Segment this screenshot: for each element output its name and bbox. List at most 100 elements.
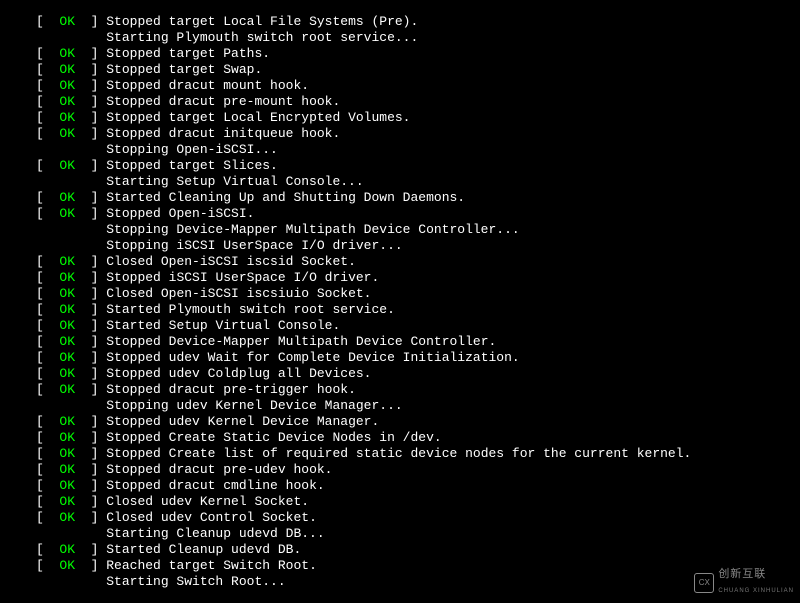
console-line: [ OK ] Closed Open-iSCSI iscsid Socket. [36, 254, 800, 270]
status-ok: OK [59, 206, 75, 221]
console-line: [ OK ] Started Cleaning Up and Shutting … [36, 190, 800, 206]
watermark: CX 创新互联 CHUANG XINHULIAN [694, 566, 794, 599]
status-ok: OK [59, 78, 75, 93]
console-line: [ OK ] Stopped target Paths. [36, 46, 800, 62]
status-ok: OK [59, 94, 75, 109]
console-message: Stopped Create Static Device Nodes in /d… [106, 430, 441, 445]
bracket-open: [ [36, 510, 59, 525]
bracket-close: ] [75, 14, 106, 29]
status-ok: OK [59, 286, 75, 301]
bracket-close: ] [75, 206, 106, 221]
status-ok: OK [59, 350, 75, 365]
console-line: Stopping udev Kernel Device Manager... [36, 398, 800, 414]
console-line: [ OK ] Closed udev Control Socket. [36, 510, 800, 526]
console-message: Stopped target Local Encrypted Volumes. [106, 110, 410, 125]
bracket-close: ] [75, 350, 106, 365]
console-line: [ OK ] Stopped Open-iSCSI. [36, 206, 800, 222]
console-message: Starting Cleanup udevd DB... [106, 526, 324, 541]
bracket-open: [ [36, 62, 59, 77]
bracket-open: [ [36, 318, 59, 333]
bracket-close: ] [75, 46, 106, 61]
console-line: [ OK ] Closed udev Kernel Socket. [36, 494, 800, 510]
console-message: Closed Open-iSCSI iscsiuio Socket. [106, 286, 371, 301]
bracket-open: [ [36, 302, 59, 317]
bracket-close: ] [75, 62, 106, 77]
console-message: Closed Open-iSCSI iscsid Socket. [106, 254, 356, 269]
console-message: Stopped udev Wait for Complete Device In… [106, 350, 519, 365]
status-ok: OK [59, 126, 75, 141]
console-message: Starting Switch Root... [106, 574, 285, 589]
bracket-open: [ [36, 334, 59, 349]
bracket-close: ] [75, 126, 106, 141]
status-ok: OK [59, 110, 75, 125]
status-ok: OK [59, 462, 75, 477]
bracket-open: [ [36, 270, 59, 285]
console-line: [ OK ] Stopped target Slices. [36, 158, 800, 174]
bracket-close: ] [75, 334, 106, 349]
bracket-close: ] [75, 190, 106, 205]
status-ok: OK [59, 430, 75, 445]
status-ok: OK [59, 558, 75, 573]
bracket-close: ] [75, 414, 106, 429]
console-line: [ OK ] Stopped udev Coldplug all Devices… [36, 366, 800, 382]
console-message: Stopped dracut mount hook. [106, 78, 309, 93]
status-ok: OK [59, 366, 75, 381]
bracket-close: ] [75, 430, 106, 445]
console-line: Starting Cleanup udevd DB... [36, 526, 800, 542]
console-message: Stopped target Local File Systems (Pre). [106, 14, 418, 29]
console-message: Closed udev Kernel Socket. [106, 494, 309, 509]
status-ok: OK [59, 382, 75, 397]
status-ok: OK [59, 270, 75, 285]
console-line: [ OK ] Stopped udev Wait for Complete De… [36, 350, 800, 366]
console-message: Started Plymouth switch root service. [106, 302, 395, 317]
console-message: Stopping iSCSI UserSpace I/O driver... [106, 238, 402, 253]
status-ok: OK [59, 158, 75, 173]
console-line: Stopping Open-iSCSI... [36, 142, 800, 158]
status-ok: OK [59, 334, 75, 349]
bracket-open: [ [36, 94, 59, 109]
bracket-close: ] [75, 110, 106, 125]
console-message: Stopped target Swap. [106, 62, 262, 77]
status-ok: OK [59, 318, 75, 333]
console-message: Stopped target Paths. [106, 46, 270, 61]
bracket-close: ] [75, 158, 106, 173]
bracket-close: ] [75, 382, 106, 397]
console-message: Stopped dracut initqueue hook. [106, 126, 340, 141]
console-message: Reached target Switch Root. [106, 558, 317, 573]
console-message: Stopped dracut pre-mount hook. [106, 94, 340, 109]
bracket-open: [ [36, 430, 59, 445]
bracket-close: ] [75, 542, 106, 557]
watermark-brand: 创新互联 [718, 568, 766, 580]
bracket-close: ] [75, 270, 106, 285]
status-ok: OK [59, 14, 75, 29]
bracket-close: ] [75, 366, 106, 381]
status-ok: OK [59, 542, 75, 557]
status-ok: OK [59, 190, 75, 205]
console-line: [ OK ] Started Plymouth switch root serv… [36, 302, 800, 318]
console-line: Starting Plymouth switch root service... [36, 30, 800, 46]
bracket-close: ] [75, 446, 106, 461]
console-line: [ OK ] Stopped dracut mount hook. [36, 78, 800, 94]
bracket-open: [ [36, 46, 59, 61]
console-message: Started Setup Virtual Console. [106, 318, 340, 333]
bracket-open: [ [36, 78, 59, 93]
watermark-sub: CHUANG XINHULIAN [718, 583, 794, 599]
bracket-open: [ [36, 366, 59, 381]
status-ok: OK [59, 510, 75, 525]
console-line: [ OK ] Stopped dracut pre-trigger hook. [36, 382, 800, 398]
bracket-close: ] [75, 478, 106, 493]
console-message: Stopped dracut pre-udev hook. [106, 462, 332, 477]
console-message: Starting Plymouth switch root service... [106, 30, 418, 45]
console-line: [ OK ] Stopped Create Static Device Node… [36, 430, 800, 446]
bracket-close: ] [75, 94, 106, 109]
bracket-open: [ [36, 414, 59, 429]
console-line: Stopping Device-Mapper Multipath Device … [36, 222, 800, 238]
status-ok: OK [59, 414, 75, 429]
status-ok: OK [59, 494, 75, 509]
bracket-open: [ [36, 190, 59, 205]
status-ok: OK [59, 254, 75, 269]
status-ok: OK [59, 62, 75, 77]
console-message: Started Cleaning Up and Shutting Down Da… [106, 190, 465, 205]
bracket-close: ] [75, 494, 106, 509]
bracket-close: ] [75, 78, 106, 93]
